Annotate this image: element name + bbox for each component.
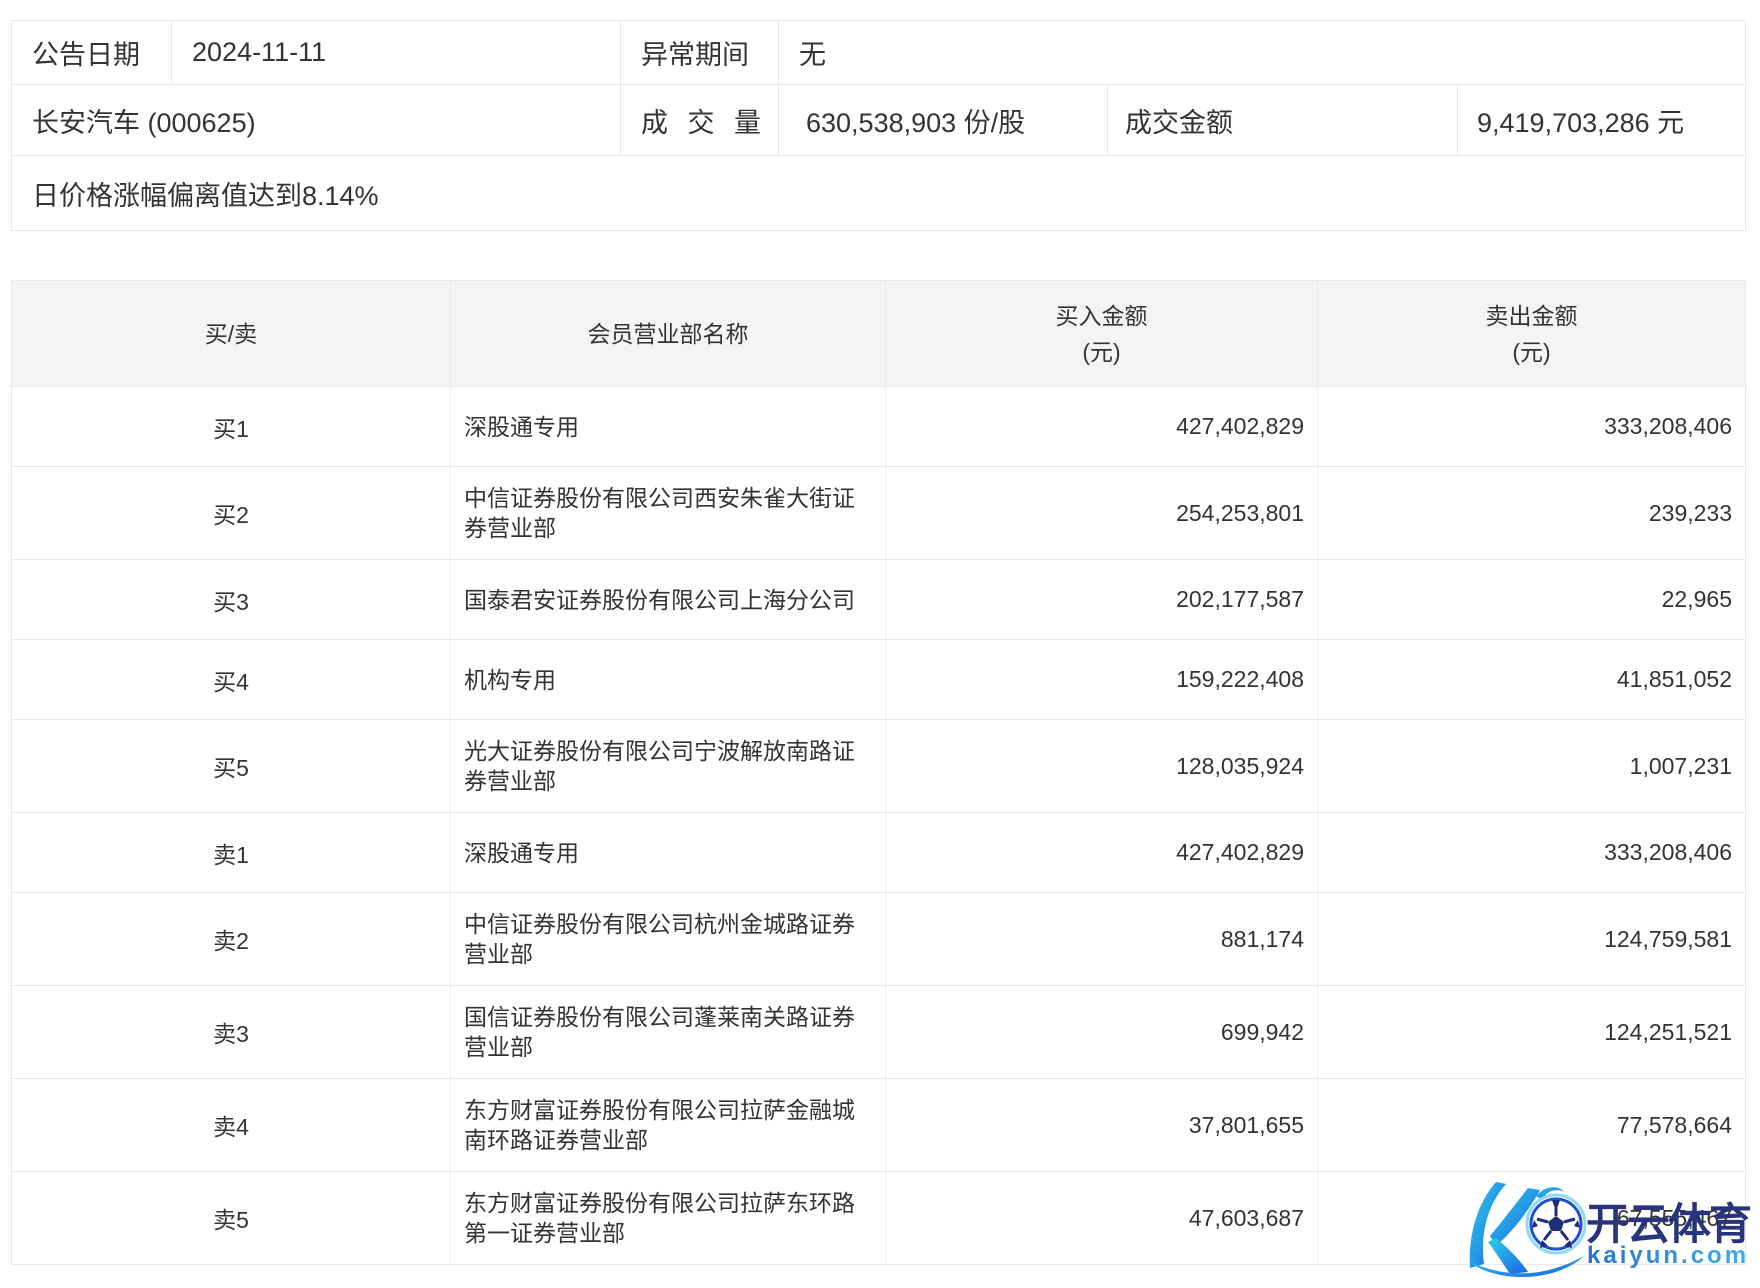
header-buy-label: 买入金额 bbox=[1056, 298, 1148, 334]
broker-cell: 光大证券股份有限公司宁波解放南路证券营业部 bbox=[451, 720, 886, 812]
header-broker: 会员营业部名称 bbox=[451, 281, 886, 386]
table-row: 卖2中信证券股份有限公司杭州金城路证券营业部881,174124,759,581 bbox=[12, 893, 1745, 986]
buy-amount-cell: 202,177,587 bbox=[886, 560, 1318, 639]
broker-cell: 国泰君安证券股份有限公司上海分公司 bbox=[451, 560, 886, 639]
deviation-note: 日价格涨幅偏离值达到8.14% bbox=[12, 156, 1745, 230]
kaiyun-watermark[interactable]: 开云体育 kaiyun.com bbox=[1466, 1180, 1760, 1278]
broker-cell: 中信证券股份有限公司西安朱雀大街证券营业部 bbox=[451, 467, 886, 559]
kaiyun-domain-text: kaiyun.com bbox=[1587, 1242, 1749, 1270]
broker-cell: 国信证券股份有限公司蓬莱南关路证券营业部 bbox=[451, 986, 886, 1078]
side-cell: 卖3 bbox=[12, 986, 451, 1078]
sell-amount-cell: 239,233 bbox=[1318, 467, 1745, 559]
broker-cell: 东方财富证券股份有限公司拉萨东环路第一证券营业部 bbox=[451, 1172, 886, 1264]
table-row: 买5光大证券股份有限公司宁波解放南路证券营业部128,035,9241,007,… bbox=[12, 720, 1745, 813]
table-row: 买4机构专用159,222,40841,851,052 bbox=[12, 640, 1745, 720]
header-side: 买/卖 bbox=[12, 281, 451, 386]
sell-amount-cell: 333,208,406 bbox=[1318, 813, 1745, 892]
header-sell-amount: 卖出金额 (元) bbox=[1318, 281, 1745, 386]
turnover-label: 成交金额 bbox=[1108, 85, 1458, 155]
buy-amount-cell: 37,801,655 bbox=[886, 1079, 1318, 1171]
side-cell: 买4 bbox=[12, 640, 451, 719]
header-broker-label: 会员营业部名称 bbox=[588, 316, 749, 352]
kaiyun-logo-icon bbox=[1466, 1180, 1586, 1278]
side-cell: 买1 bbox=[12, 387, 451, 466]
table-row: 卖4东方财富证券股份有限公司拉萨金融城南环路证券营业部37,801,65577,… bbox=[12, 1079, 1745, 1172]
summary-row-date: 公告日期 2024-11-11 异常期间 无 bbox=[12, 21, 1745, 85]
broker-cell: 中信证券股份有限公司杭州金城路证券营业部 bbox=[451, 893, 886, 985]
sell-amount-cell: 22,965 bbox=[1318, 560, 1745, 639]
turnover-value: 9,419,703,286 元 bbox=[1458, 85, 1745, 155]
announce-date-value: 2024-11-11 bbox=[172, 21, 621, 84]
table-row: 买1深股通专用427,402,829333,208,406 bbox=[12, 387, 1745, 467]
abnormal-period-value: 无 bbox=[779, 21, 1745, 84]
header-side-label: 买/卖 bbox=[205, 316, 257, 352]
buy-amount-cell: 427,402,829 bbox=[886, 387, 1318, 466]
side-cell: 卖1 bbox=[12, 813, 451, 892]
side-cell: 买2 bbox=[12, 467, 451, 559]
broker-table: 买/卖 会员营业部名称 买入金额 (元) 卖出金额 (元) 买1深股通专用427… bbox=[11, 280, 1746, 1265]
lhb-page: 公告日期 2024-11-11 异常期间 无 长安汽车 (000625) 成 交… bbox=[0, 0, 1760, 1288]
sell-amount-cell: 124,759,581 bbox=[1318, 893, 1745, 985]
broker-cell: 深股通专用 bbox=[451, 813, 886, 892]
table-row: 卖1深股通专用427,402,829333,208,406 bbox=[12, 813, 1745, 893]
table-row: 卖3国信证券股份有限公司蓬莱南关路证券营业部699,942124,251,521 bbox=[12, 986, 1745, 1079]
side-cell: 买3 bbox=[12, 560, 451, 639]
buy-amount-cell: 881,174 bbox=[886, 893, 1318, 985]
sell-amount-cell: 124,251,521 bbox=[1318, 986, 1745, 1078]
sell-amount-cell: 1,007,231 bbox=[1318, 720, 1745, 812]
stock-name: 长安汽车 (000625) bbox=[12, 85, 621, 155]
broker-cell: 东方财富证券股份有限公司拉萨金融城南环路证券营业部 bbox=[451, 1079, 886, 1171]
buy-amount-cell: 159,222,408 bbox=[886, 640, 1318, 719]
abnormal-period-label: 异常期间 bbox=[621, 21, 779, 84]
side-cell: 买5 bbox=[12, 720, 451, 812]
header-sell-label: 卖出金额 bbox=[1486, 298, 1578, 334]
buy-amount-cell: 47,603,687 bbox=[886, 1172, 1318, 1264]
side-cell: 卖2 bbox=[12, 893, 451, 985]
header-sell-unit: (元) bbox=[1512, 334, 1550, 370]
broker-cell: 机构专用 bbox=[451, 640, 886, 719]
buy-amount-cell: 254,253,801 bbox=[886, 467, 1318, 559]
sell-amount-cell: 41,851,052 bbox=[1318, 640, 1745, 719]
side-cell: 卖5 bbox=[12, 1172, 451, 1264]
broker-table-body: 买1深股通专用427,402,829333,208,406买2中信证券股份有限公… bbox=[12, 387, 1745, 1264]
volume-label: 成 交 量 bbox=[621, 85, 779, 155]
buy-amount-cell: 699,942 bbox=[886, 986, 1318, 1078]
sell-amount-cell: 333,208,406 bbox=[1318, 387, 1745, 466]
side-cell: 卖4 bbox=[12, 1079, 451, 1171]
volume-value: 630,538,903 份/股 bbox=[779, 85, 1108, 155]
buy-amount-cell: 128,035,924 bbox=[886, 720, 1318, 812]
header-buy-amount: 买入金额 (元) bbox=[886, 281, 1318, 386]
broker-cell: 深股通专用 bbox=[451, 387, 886, 466]
summary-row-deviation: 日价格涨幅偏离值达到8.14% bbox=[12, 156, 1745, 230]
table-row: 买2中信证券股份有限公司西安朱雀大街证券营业部254,253,801239,23… bbox=[12, 467, 1745, 560]
header-buy-unit: (元) bbox=[1082, 334, 1120, 370]
buy-amount-cell: 427,402,829 bbox=[886, 813, 1318, 892]
sell-amount-cell: 77,578,664 bbox=[1318, 1079, 1745, 1171]
broker-table-header: 买/卖 会员营业部名称 买入金额 (元) 卖出金额 (元) bbox=[12, 281, 1745, 387]
table-row: 买3国泰君安证券股份有限公司上海分公司202,177,58722,965 bbox=[12, 560, 1745, 640]
announce-date-label: 公告日期 bbox=[12, 21, 172, 84]
summary-table: 公告日期 2024-11-11 异常期间 无 长安汽车 (000625) 成 交… bbox=[11, 20, 1746, 231]
summary-row-stock: 长安汽车 (000625) 成 交 量 630,538,903 份/股 成交金额… bbox=[12, 85, 1745, 156]
